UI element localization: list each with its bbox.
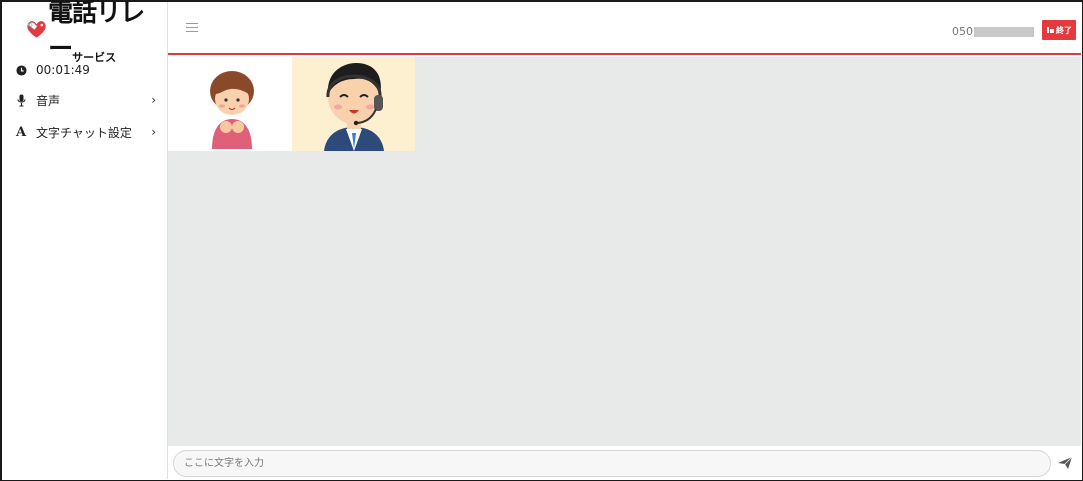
conversation-area	[168, 57, 1081, 446]
sidebar-item-label: 音声	[36, 93, 61, 108]
signer-avatar-icon	[210, 71, 254, 149]
sidebar-item-label: 文字チャット設定	[36, 125, 132, 140]
chat-message-input[interactable]	[173, 450, 1051, 477]
app-logo: 電話リレーサービス	[26, 0, 156, 64]
microphone-icon	[14, 94, 28, 107]
chevron-right-icon: ›	[151, 93, 156, 107]
sidebar-item-voice[interactable]: 音声 ›	[2, 88, 168, 112]
end-call-label: 終了	[1056, 25, 1072, 35]
text-a-icon: A	[15, 124, 27, 140]
sidebar: 電話リレーサービス 00:01:49 音声 › A 文字チャット設定 ›	[2, 0, 168, 479]
operator-video-tile	[292, 57, 415, 151]
chevron-right-icon: ›	[151, 125, 156, 139]
header-bar: 050 終了	[168, 2, 1081, 55]
logo-text: 電話リレーサービス	[48, 0, 145, 64]
clock-icon	[14, 64, 28, 76]
operator-avatar-icon	[324, 63, 384, 151]
user-video-tile	[168, 57, 292, 151]
send-icon[interactable]	[1057, 456, 1073, 470]
phone-number-redacted	[974, 26, 1034, 37]
chat-input-bar	[168, 446, 1081, 479]
hangup-icon	[1047, 27, 1054, 33]
call-timer: 00:01:49	[2, 58, 168, 82]
end-call-button[interactable]: 終了	[1042, 20, 1076, 40]
video-strip	[168, 57, 415, 151]
logo-hands-heart-icon	[27, 21, 46, 38]
timer-value: 00:01:49	[36, 63, 90, 77]
menu-toggle-icon[interactable]	[186, 23, 198, 33]
phone-prefix: 050	[952, 25, 973, 38]
sidebar-item-chat-settings[interactable]: A 文字チャット設定 ›	[2, 120, 168, 144]
phone-number: 050	[952, 25, 1034, 38]
